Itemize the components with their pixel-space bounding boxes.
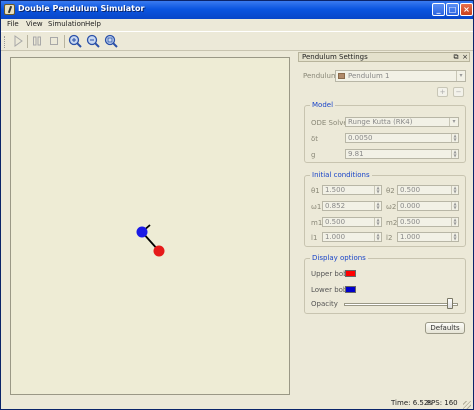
zoom-in-icon[interactable] [68,34,82,48]
chevron-down-icon: ▾ [456,71,465,81]
close-icon[interactable]: × [461,53,469,61]
spin-arrows-icon[interactable]: ▲ ▼ [451,218,458,226]
toolbar-separator [64,35,65,48]
omega2-value: 0.000 [400,202,421,210]
status-bar: Time: 6.52s FPS: 160 [1,398,473,410]
opacity-slider-track[interactable] [344,303,458,306]
dt-input[interactable]: 0.0050 ▲ ▼ [345,133,459,143]
theta2-value: 0.500 [400,186,421,194]
opacity-slider-handle[interactable] [446,298,453,309]
pendulum-color-icon [338,73,345,79]
upper-bob-color-button[interactable] [345,270,356,277]
play-icon[interactable] [11,34,25,48]
theta1-value: 1.500 [325,186,346,194]
spin-arrows-icon[interactable]: ▲ ▼ [374,202,381,210]
ode-solver-select[interactable]: Runge Kutta (RK4) ▾ [345,117,459,127]
theta1-input[interactable]: 1.500 ▲ ▼ [322,185,382,195]
spin-arrows-icon[interactable]: ▲ ▼ [451,150,458,158]
display-options-title: Display options [310,254,368,262]
toolbar-separator [27,35,28,48]
m1-label: m1 [311,219,323,227]
omega2-input[interactable]: 0.000 ▲ ▼ [397,201,459,211]
menu-file[interactable]: File [7,20,19,28]
status-time: Time: 6.52s [391,399,432,407]
simulation-canvas[interactable] [10,57,290,395]
pendulum-app-icon [4,4,15,15]
remove-pendulum-button[interactable]: − [453,87,464,97]
l1-value: 1.000 [325,233,346,241]
dt-label: δt [311,135,319,143]
lower-bob[interactable] [153,245,165,257]
l2-value: 1.000 [400,233,421,241]
pendulum-drawing [136,224,165,257]
gravity-label: g [311,151,316,159]
lower-bob-label: Lower bob [311,286,348,294]
upper-bob[interactable] [136,226,148,238]
m1-value: 0.500 [325,218,346,226]
spin-arrows-icon[interactable]: ▲ ▼ [451,233,458,241]
model-group-title: Model [310,101,336,109]
spin-arrows-icon[interactable]: ▲ ▼ [374,233,381,241]
gravity-value: 9.81 [348,150,364,158]
title-bar[interactable]: Double Pendulum Simulator _ □ × [1,1,473,19]
m2-input[interactable]: 0.500 ▲ ▼ [397,217,459,227]
l2-label: l2 [386,234,393,242]
m2-label: m2 [386,219,398,227]
omega2-label: ω2 [386,203,397,211]
omega1-value: 0.852 [325,202,346,210]
pendulum-select[interactable]: Pendulum 1 ▾ [335,70,466,82]
spin-arrows-icon[interactable]: ▲ ▼ [451,186,458,194]
dt-value: 0.0050 [348,134,373,142]
m2-value: 0.500 [400,218,421,226]
menu-help[interactable]: Help [85,20,101,28]
add-pendulum-button[interactable]: + [437,87,448,97]
menu-view[interactable]: View [26,20,43,28]
theta1-label: θ1 [311,187,320,195]
menu-bar: File View Simulation Help [1,19,473,30]
toolbar-grip[interactable] [4,36,6,48]
initial-conditions-title: Initial conditions [310,171,372,179]
upper-bob-label: Upper bob [311,270,348,278]
resize-grip[interactable] [463,401,471,409]
spin-arrows-icon[interactable]: ▲ ▼ [451,134,458,142]
theta2-input[interactable]: 0.500 ▲ ▼ [397,185,459,195]
dock-title: Pendulum Settings [302,53,368,61]
defaults-button[interactable]: Defaults [425,322,465,334]
maximize-button[interactable]: □ [446,3,459,16]
l1-input[interactable]: 1.000 ▲ ▼ [322,232,382,242]
pendulum-label: Pendulum [303,72,338,80]
gravity-input[interactable]: 9.81 ▲ ▼ [345,149,459,159]
ode-solver-value: Runge Kutta (RK4) [348,118,413,126]
minimize-button[interactable]: _ [432,3,445,16]
omega1-input[interactable]: 0.852 ▲ ▼ [322,201,382,211]
zoom-out-icon[interactable] [86,34,100,48]
menu-simulation[interactable]: Simulation [48,20,85,28]
pendulum-select-value: Pendulum 1 [348,72,390,80]
stop-icon[interactable] [47,34,61,48]
float-icon[interactable]: ⧉ [452,53,460,61]
spin-arrows-icon[interactable]: ▲ ▼ [451,202,458,210]
opacity-label: Opacity [311,300,338,308]
lower-bob-color-button[interactable] [345,286,356,293]
l2-input[interactable]: 1.000 ▲ ▼ [397,232,459,242]
zoom-fit-icon[interactable] [104,34,118,48]
window-title: Double Pendulum Simulator [18,4,145,13]
spin-arrows-icon[interactable]: ▲ ▼ [374,186,381,194]
spin-arrows-icon[interactable]: ▲ ▼ [374,218,381,226]
l1-label: l1 [311,234,318,242]
m1-input[interactable]: 0.500 ▲ ▼ [322,217,382,227]
main-window: Double Pendulum Simulator _ □ × File Vie… [0,0,474,410]
close-button[interactable]: × [460,3,473,16]
dock-title-bar[interactable]: Pendulum Settings ⧉ × [298,52,470,62]
omega1-label: ω1 [311,203,322,211]
status-fps: FPS: 160 [427,399,458,407]
chevron-down-icon: ▾ [449,118,458,126]
pause-icon[interactable] [30,34,44,48]
theta2-label: θ2 [386,187,395,195]
toolbar [1,31,473,51]
